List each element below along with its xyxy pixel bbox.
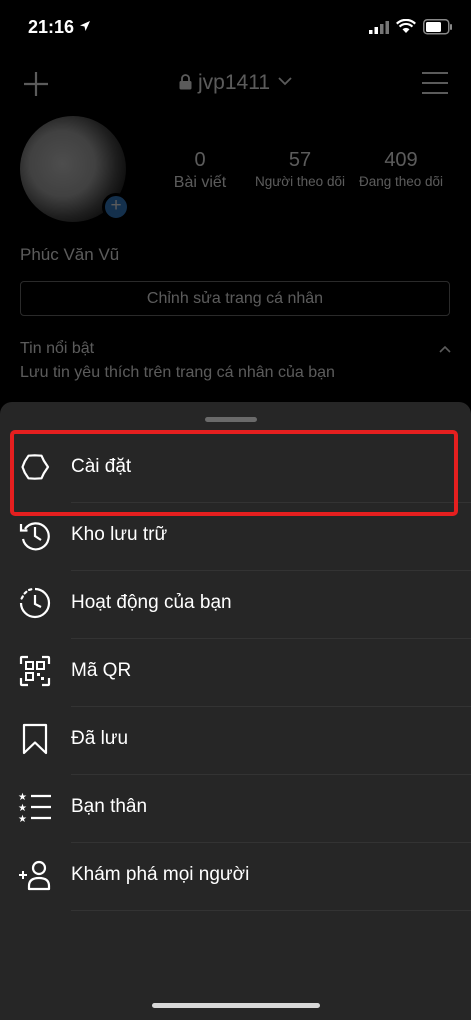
status-time: 21:16 — [28, 17, 75, 37]
menu-item-label: Khám phá mọi người — [71, 864, 250, 885]
menu-item-discover-people[interactable]: Khám phá mọi người — [0, 843, 471, 911]
sheet-grabber[interactable] — [205, 417, 257, 422]
menu-item-your-activity[interactable]: Hoạt động của bạn — [0, 571, 471, 639]
archive-history-icon — [19, 522, 50, 551]
qr-code-icon — [19, 655, 51, 687]
settings-highlight-box — [10, 430, 458, 516]
status-bar: 21:16 — [0, 0, 471, 58]
menu-item-label: Đã lưu — [71, 728, 129, 749]
cellular-signal-icon — [369, 21, 389, 34]
username[interactable]: jvp1411 — [198, 71, 270, 95]
highlights-description: Lưu tin yêu thích trên trang cá nhân của… — [20, 364, 335, 381]
svg-text:★: ★ — [18, 814, 27, 824]
following-stat[interactable]: 409 Đang theo dõi — [352, 149, 450, 189]
highlights-title: Tin nổi bật — [20, 340, 95, 357]
svg-text:★: ★ — [18, 792, 27, 803]
account-switch-chevron-icon[interactable] — [278, 77, 292, 86]
activity-clock-icon — [19, 587, 51, 619]
menu-item-label: Mã QR — [71, 660, 132, 681]
following-label: Đang theo dõi — [358, 174, 444, 189]
svg-text:★: ★ — [18, 803, 27, 814]
menu-item-label: Bạn thân — [71, 796, 148, 817]
location-arrow-icon — [80, 21, 90, 31]
add-person-icon — [19, 860, 51, 891]
posts-stat[interactable]: 0 Bài viết — [162, 149, 238, 192]
followers-stat[interactable]: 57 Người theo dõi — [250, 149, 350, 189]
add-story-plus-icon[interactable]: + — [102, 193, 130, 221]
lock-icon — [179, 74, 192, 90]
posts-label: Bài viết — [173, 174, 227, 191]
menu-item-close-friends[interactable]: ★ ★ ★ Bạn thân — [0, 775, 471, 843]
bookmark-icon — [22, 723, 48, 755]
divider — [71, 910, 471, 911]
followers-count: 57 — [288, 149, 312, 171]
collapse-chevron-up-icon[interactable] — [439, 345, 451, 353]
posts-count: 0 — [194, 149, 206, 171]
menu-item-qr-code[interactable]: Mã QR — [0, 639, 471, 707]
battery-icon — [423, 19, 452, 35]
followers-label: Người theo dõi — [255, 174, 345, 189]
display-name: Phúc Văn Vũ — [20, 245, 120, 264]
menu-item-saved[interactable]: Đã lưu — [0, 707, 471, 775]
menu-item-label: Kho lưu trữ — [71, 524, 168, 545]
new-post-plus-icon[interactable] — [23, 71, 49, 97]
menu-item-label: Hoạt động của bạn — [71, 592, 232, 613]
close-friends-list-icon: ★★★ — [18, 792, 51, 824]
following-count: 409 — [384, 149, 418, 171]
profile-top-nav: jvp1411 — [0, 60, 471, 110]
hamburger-menu-icon[interactable] — [422, 71, 448, 95]
edit-profile-button[interactable]: Chỉnh sửa trang cá nhân — [20, 281, 450, 316]
home-indicator[interactable] — [152, 1003, 320, 1008]
wifi-icon — [396, 19, 416, 33]
